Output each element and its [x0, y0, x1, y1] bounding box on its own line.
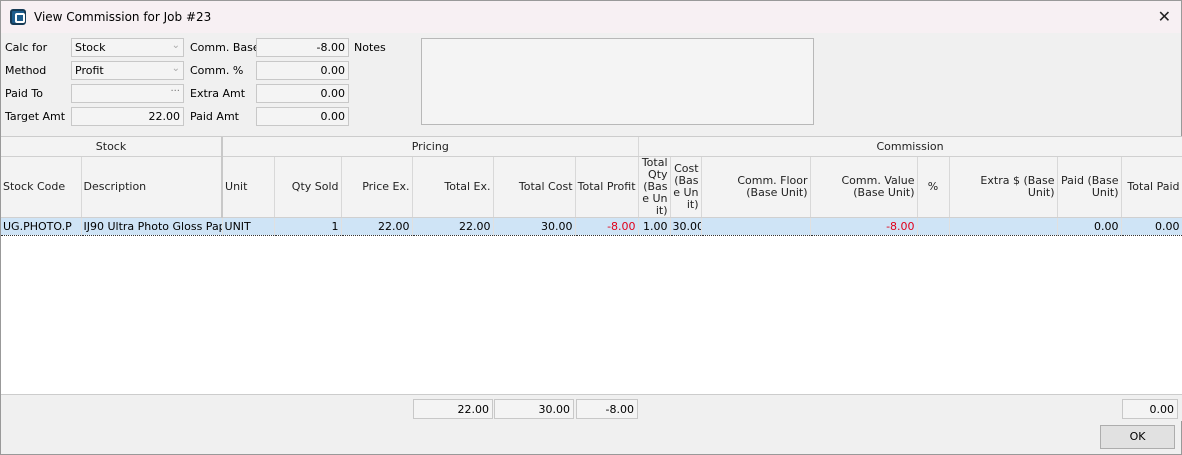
method-select[interactable]: Profit ⌄ [71, 61, 184, 80]
paid-to-label: Paid To [5, 87, 43, 100]
col-qty-sold[interactable]: Qty Sold [274, 156, 342, 218]
extra-amt-field[interactable]: 0.00 [256, 84, 349, 103]
col-comm-value[interactable]: Comm. Value (Base Unit) [810, 156, 918, 218]
group-stock: Stock [1, 137, 224, 157]
paid-amt-label: Paid Amt [190, 110, 239, 123]
col-paid[interactable]: Paid (Base Unit) [1057, 156, 1122, 218]
chevron-down-icon: ⌄ [171, 63, 180, 74]
col-cost-base[interactable]: Cost (Base Unit) [670, 156, 702, 218]
total-paid-sum: 0.00 [1122, 399, 1178, 419]
col-total-qty[interactable]: Total Qty (Base Unit) [638, 156, 671, 218]
calc-for-select[interactable]: Stock ⌄ [71, 38, 184, 57]
paid-to-field[interactable]: ··· [71, 84, 184, 103]
commission-grid: Stock Pricing Commission Stock Code Desc… [1, 136, 1182, 421]
cell-comm-floor[interactable] [701, 216, 811, 236]
comm-pct-field[interactable]: 0.00 [256, 61, 349, 80]
col-price-ex[interactable]: Price Ex. [341, 156, 413, 218]
col-total-profit[interactable]: Total Profit [575, 156, 639, 218]
col-description[interactable]: Description [81, 156, 224, 218]
calc-for-value: Stock [75, 41, 106, 54]
col-percent[interactable]: % [917, 156, 950, 218]
group-pricing: Pricing [222, 137, 639, 157]
cell-total-profit[interactable]: -8.00 [575, 216, 639, 236]
title-bar: View Commission for Job #23 ✕ [1, 1, 1181, 33]
cell-total-paid[interactable]: 0.00 [1121, 216, 1182, 236]
window-title: View Commission for Job #23 [34, 10, 212, 24]
cell-cost-base[interactable]: 30.00 [670, 216, 702, 236]
comm-pct-label: Comm. % [190, 64, 244, 77]
notes-label: Notes [354, 41, 386, 54]
cell-stock-code[interactable]: UG.PHOTO.P [1, 216, 82, 236]
paid-amt-field[interactable]: 0.00 [256, 107, 349, 126]
cell-comm-value[interactable]: -8.00 [810, 216, 918, 236]
ellipsis-button[interactable]: ··· [170, 86, 180, 97]
extra-amt-label: Extra Amt [190, 87, 246, 100]
col-comm-floor[interactable]: Comm. Floor (Base Unit) [701, 156, 811, 218]
comm-base-field[interactable]: -8.00 [256, 38, 349, 57]
chevron-down-icon: ⌄ [171, 40, 180, 51]
method-value: Profit [75, 64, 104, 77]
cell-description[interactable]: IJ90 Ultra Photo Gloss Paper [81, 216, 223, 236]
total-profit-sum: -8.00 [576, 399, 638, 419]
ok-button[interactable]: OK [1100, 425, 1175, 449]
col-unit[interactable]: Unit [222, 156, 275, 218]
cell-total-cost[interactable]: 30.00 [493, 216, 576, 236]
calc-for-label: Calc for [5, 41, 48, 54]
cell-paid[interactable]: 0.00 [1057, 216, 1122, 236]
cell-unit[interactable]: UNIT [222, 216, 275, 236]
notes-textarea[interactable] [421, 38, 814, 125]
cell-percent[interactable] [917, 216, 950, 236]
cell-extra[interactable] [949, 216, 1058, 236]
group-commission: Commission [638, 137, 1182, 157]
cell-total-qty[interactable]: 1.00 [638, 216, 671, 236]
cell-total-ex[interactable]: 22.00 [412, 216, 494, 236]
comm-base-label: Comm. Base [190, 41, 260, 54]
cell-price-ex[interactable]: 22.00 [341, 216, 413, 236]
col-stock-code[interactable]: Stock Code [1, 156, 82, 218]
target-amt-label: Target Amt [5, 110, 66, 123]
table-row[interactable]: UG.PHOTO.P IJ90 Ultra Photo Gloss Paper … [1, 216, 1182, 236]
col-extra[interactable]: Extra $ (Base Unit) [949, 156, 1058, 218]
col-total-cost[interactable]: Total Cost [493, 156, 576, 218]
col-total-ex[interactable]: Total Ex. [412, 156, 494, 218]
method-label: Method [5, 64, 47, 77]
close-icon[interactable]: ✕ [1158, 7, 1171, 26]
app-icon [10, 9, 26, 25]
totals-footer: 22.00 30.00 -8.00 0.00 [1, 394, 1182, 421]
target-amt-field[interactable]: 22.00 [71, 107, 184, 126]
total-cost-sum: 30.00 [494, 399, 574, 419]
cell-qty-sold[interactable]: 1 [274, 216, 342, 236]
col-total-paid[interactable]: Total Paid [1121, 156, 1182, 218]
total-ex-sum: 22.00 [413, 399, 493, 419]
